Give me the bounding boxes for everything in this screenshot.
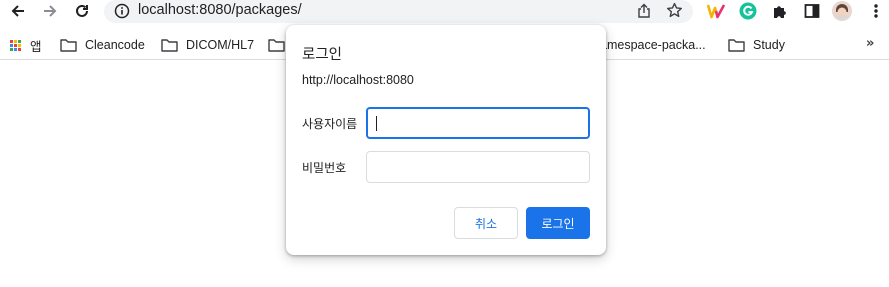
http-auth-dialog: 로그인 http://localhost:8080 사용자이름 비밀번호 취소 … — [286, 25, 606, 255]
address-bar[interactable]: localhost:8080/packages/ — [104, 0, 693, 23]
login-button[interactable]: 로그인 — [526, 207, 590, 239]
cancel-button[interactable]: 취소 — [454, 207, 518, 239]
folder-icon — [728, 39, 745, 52]
grammarly-icon[interactable] — [738, 1, 758, 21]
bookmark-folder-namespace[interactable]: amespace-packa... — [600, 36, 706, 54]
reload-button[interactable] — [70, 0, 94, 22]
apps-grid-icon — [10, 39, 21, 51]
bookmark-label: 앱 — [30, 39, 42, 54]
reload-icon — [76, 4, 88, 17]
bookmark-apps[interactable]: 앱 — [10, 36, 42, 54]
forward-button[interactable] — [38, 0, 62, 22]
bookmark-folder-cleancode[interactable]: Cleancode — [60, 36, 145, 54]
extension-w-icon[interactable] — [706, 1, 726, 21]
bookmark-label: Cleancode — [85, 38, 145, 52]
bookmark-folder-study[interactable]: Study — [728, 36, 785, 54]
dialog-title: 로그인 — [302, 47, 343, 63]
browser-window: localhost:8080/packages/ 앱 Cleancode DIC… — [0, 0, 889, 287]
folder-icon — [60, 39, 77, 52]
back-button[interactable] — [6, 0, 30, 22]
folder-icon — [161, 39, 178, 52]
back-arrow-icon — [11, 5, 24, 17]
bookmark-label: DICOM/HL7 — [186, 38, 255, 52]
username-field[interactable] — [366, 107, 590, 139]
bookmark-folder-dicom[interactable]: DICOM/HL7 — [161, 36, 254, 54]
bookmark-label: amespace-packa... — [600, 38, 706, 52]
bookmark-label: Study — [753, 38, 785, 52]
password-field[interactable] — [366, 151, 590, 183]
text-caret — [376, 116, 377, 131]
bookmark-star-icon[interactable] — [666, 2, 683, 19]
site-info-icon[interactable] — [114, 3, 130, 19]
url-text: localhost:8080/packages/ — [138, 2, 302, 18]
menu-kebab-icon[interactable] — [866, 1, 886, 21]
folder-icon — [268, 39, 285, 52]
dialog-origin: http://localhost:8080 — [302, 73, 414, 87]
extensions-puzzle-icon[interactable] — [770, 1, 790, 21]
profile-avatar[interactable] — [832, 1, 852, 21]
side-panel-icon[interactable] — [802, 1, 822, 21]
share-icon[interactable] — [636, 3, 652, 19]
username-label: 사용자이름 — [302, 117, 358, 131]
bookmarks-overflow-button[interactable]: » — [866, 36, 874, 51]
browser-toolbar: localhost:8080/packages/ — [0, 0, 889, 24]
password-label: 비밀번호 — [302, 161, 347, 175]
forward-arrow-icon — [44, 5, 57, 17]
